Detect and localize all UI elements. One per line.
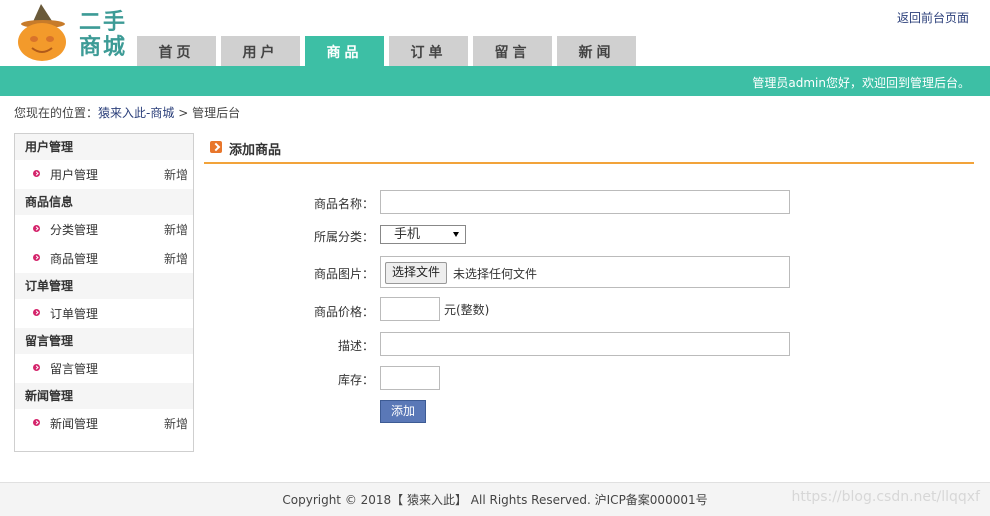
sidebar-link-user-management[interactable]: 用户管理 — [50, 166, 98, 183]
tab-users[interactable]: 用户 — [221, 36, 300, 66]
add-category-link[interactable]: 新增 — [164, 221, 188, 238]
category-select[interactable]: 手机 — [380, 225, 466, 244]
add-product-link[interactable]: 新增 — [164, 250, 188, 267]
logo-line-1: 二手 — [78, 10, 127, 35]
back-to-frontend-link[interactable]: 返回前台页面 — [897, 9, 969, 26]
description-input[interactable] — [380, 332, 790, 356]
sidebar-group-orders: 订单管理 订单管理 — [15, 273, 193, 328]
stock-label: 库存： — [337, 373, 374, 387]
tab-messages[interactable]: 留言 — [473, 36, 552, 66]
caret-down-icon — [453, 232, 459, 237]
sidebar-item-news-management: 新闻管理 新增 — [15, 409, 193, 438]
product-name-label: 商品名称： — [313, 197, 374, 211]
arrow-bullet-icon — [33, 309, 40, 316]
sidebar-item-order-management: 订单管理 — [15, 299, 193, 328]
sidebar-link-category-management[interactable]: 分类管理 — [50, 221, 98, 238]
sidebar-group-news: 新闻管理 新闻管理 新增 — [15, 383, 193, 438]
sidebar-heading: 商品信息 — [15, 189, 193, 215]
breadcrumb-site-link[interactable]: 猿来入此-商城 — [98, 106, 174, 120]
add-product-button[interactable]: 添加 — [380, 400, 426, 423]
header-bar: 管理员admin您好，欢迎回到管理后台。 — [0, 66, 990, 96]
breadcrumb-separator: > — [178, 106, 189, 120]
breadcrumb-current: 管理后台 — [192, 106, 241, 120]
price-input[interactable] — [380, 297, 440, 321]
breadcrumb-prefix: 您现在的位置： — [14, 106, 99, 120]
footer: Copyright © 2018【 猿来入此】 All Rights Reser… — [0, 482, 990, 516]
sidebar-group-products: 商品信息 分类管理 新增 商品管理 新增 — [15, 189, 193, 273]
sidebar-link-message-management[interactable]: 留言管理 — [50, 360, 98, 377]
add-user-link[interactable]: 新增 — [164, 166, 188, 183]
sidebar-heading: 订单管理 — [15, 273, 193, 299]
sidebar-item-message-management: 留言管理 — [15, 354, 193, 383]
category-label: 所属分类： — [313, 230, 374, 244]
pumpkin-witch-icon — [18, 4, 66, 61]
price-unit-text: 元(整数) — [444, 303, 490, 317]
main-nav: 首页 用户 商品 订单 留言 新闻 — [137, 36, 641, 66]
file-status-text: 未选择任何文件 — [453, 267, 538, 281]
tab-news[interactable]: 新闻 — [557, 36, 636, 66]
sidebar-item-user-management: 用户管理 新增 — [15, 160, 193, 189]
stock-input[interactable] — [380, 366, 440, 390]
sidebar-group-users: 用户管理 用户管理 新增 — [15, 134, 193, 189]
product-name-input[interactable] — [380, 190, 790, 214]
breadcrumb: 您现在的位置：猿来入此-商城 > 管理后台 — [14, 104, 240, 121]
sidebar-link-news-management[interactable]: 新闻管理 — [50, 415, 98, 432]
arrow-bullet-icon — [33, 170, 40, 177]
sidebar-item-category-management: 分类管理 新增 — [15, 215, 193, 244]
product-image-file-input: 选择文件 未选择任何文件 — [380, 256, 790, 288]
sidebar-group-messages: 留言管理 留言管理 — [15, 328, 193, 383]
price-label: 商品价格： — [313, 305, 374, 319]
arrow-bullet-icon — [33, 254, 40, 261]
logo-line-2: 商城 — [78, 35, 127, 60]
arrow-bullet-icon — [33, 419, 40, 426]
tab-home[interactable]: 首页 — [137, 36, 216, 66]
add-news-link[interactable]: 新增 — [164, 415, 188, 432]
category-select-value: 手机 — [394, 227, 421, 242]
sidebar-link-product-management[interactable]: 商品管理 — [50, 250, 98, 267]
sidebar-item-product-management: 商品管理 新增 — [15, 244, 193, 273]
panel-header: 添加商品 — [204, 136, 974, 164]
sidebar-link-order-management[interactable]: 订单管理 — [50, 305, 98, 322]
tab-products[interactable]: 商品 — [305, 36, 384, 66]
tab-orders[interactable]: 订单 — [389, 36, 468, 66]
product-image-label: 商品图片： — [313, 267, 374, 281]
sidebar-heading: 新闻管理 — [15, 383, 193, 409]
sidebar-heading: 用户管理 — [15, 134, 193, 160]
arrow-bullet-icon — [33, 225, 40, 232]
arrow-right-icon — [210, 141, 222, 153]
welcome-message: 管理员admin您好，欢迎回到管理后台。 — [752, 76, 970, 90]
choose-file-button[interactable]: 选择文件 — [385, 262, 447, 284]
page-title: 添加商品 — [229, 143, 282, 158]
watermark-text: https://blog.csdn.net/llqqxf — [791, 489, 980, 505]
arrow-bullet-icon — [33, 364, 40, 371]
sidebar-heading: 留言管理 — [15, 328, 193, 354]
logo-text: 二手 商城 — [75, 10, 131, 60]
description-label: 描述： — [337, 339, 374, 353]
sidebar: 用户管理 用户管理 新增 商品信息 分类管理 新增 商品管理 新增 订单管理 订… — [14, 133, 194, 452]
